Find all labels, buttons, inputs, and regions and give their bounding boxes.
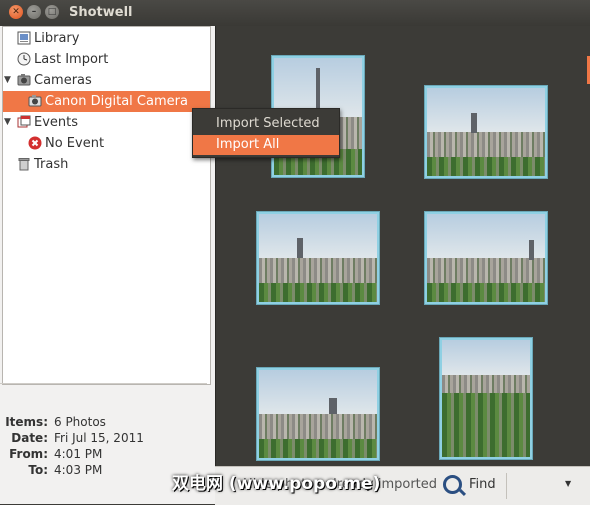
photo-thumbnail[interactable] — [257, 212, 379, 304]
menu-item-import-selected[interactable]: Import Selected — [193, 114, 339, 134]
sidebar-item-label: Events — [34, 115, 79, 130]
photo-thumbnail[interactable] — [425, 86, 547, 178]
menu-item-label: Import All — [216, 137, 280, 152]
find-button-label: Find — [469, 477, 496, 492]
sidebar-item-last-import[interactable]: Last Import — [3, 49, 210, 70]
sidebar-item-label: Trash — [34, 157, 69, 172]
info-items-label: Items: — [5, 415, 48, 429]
window-title: Shotwell — [69, 5, 133, 20]
sidebar-item-events[interactable]: ▼ Events — [3, 112, 210, 133]
close-window-button[interactable]: ✕ — [9, 5, 23, 19]
camera-icon — [17, 74, 31, 86]
info-to-value: 4:03 PM — [54, 463, 103, 477]
sidebar-item-trash[interactable]: Trash — [3, 154, 210, 175]
toolbar-separator — [506, 473, 507, 499]
watermark: 双电网 (www.popo.me) — [172, 474, 381, 494]
sidebar-item-cameras[interactable]: ▼ Cameras — [3, 70, 210, 91]
chevron-down-icon[interactable]: ▼ — [565, 479, 571, 488]
sidebar-tree: Library Last Import ▼ Cameras Canon Digi… — [2, 26, 211, 385]
info-date-value: Fri Jul 15, 2011 — [54, 431, 144, 445]
expander-down-icon[interactable]: ▼ — [4, 70, 11, 91]
sidebar-item-label: Last Import — [34, 52, 109, 67]
sidebar-item-library[interactable]: Library — [3, 28, 210, 49]
library-icon — [17, 31, 31, 45]
camera-icon — [28, 95, 42, 107]
photo-thumbnail[interactable] — [440, 338, 532, 459]
search-icon — [443, 475, 462, 494]
no-event-icon — [28, 136, 42, 150]
sidebar-item-label: Cameras — [34, 73, 92, 88]
menu-item-import-all[interactable]: Import All — [193, 135, 339, 155]
title-bar: ✕ – □ Shotwell — [0, 0, 590, 26]
maximize-window-button[interactable]: □ — [45, 5, 59, 19]
sidebar-item-label: No Event — [45, 136, 105, 151]
sidebar: Library Last Import ▼ Cameras Canon Digi… — [0, 26, 215, 504]
sidebar-item-label: Canon Digital Camera — [45, 94, 188, 109]
menu-item-label: Import Selected — [216, 116, 320, 131]
photo-thumbnail[interactable] — [425, 212, 547, 304]
photo-grid — [215, 26, 590, 466]
info-items-value: 6 Photos — [54, 415, 106, 429]
clock-icon — [17, 52, 31, 66]
info-from-label: From: — [9, 447, 48, 461]
expander-down-icon[interactable]: ▼ — [4, 112, 11, 133]
info-from-value: 4:01 PM — [54, 447, 103, 461]
sidebar-item-no-event[interactable]: No Event — [3, 133, 210, 154]
minimize-window-button[interactable]: – — [27, 5, 41, 19]
events-icon — [17, 115, 31, 128]
photo-thumbnail[interactable] — [257, 368, 379, 460]
context-menu: Import Selected Import All — [192, 108, 340, 158]
trash-icon — [18, 158, 30, 171]
info-to-label: To: — [28, 463, 48, 477]
info-date-label: Date: — [11, 431, 48, 445]
sidebar-item-canon-digital-camera[interactable]: Canon Digital Camera — [3, 91, 210, 112]
find-button[interactable]: Find — [441, 473, 503, 497]
sidebar-item-label: Library — [34, 31, 80, 46]
